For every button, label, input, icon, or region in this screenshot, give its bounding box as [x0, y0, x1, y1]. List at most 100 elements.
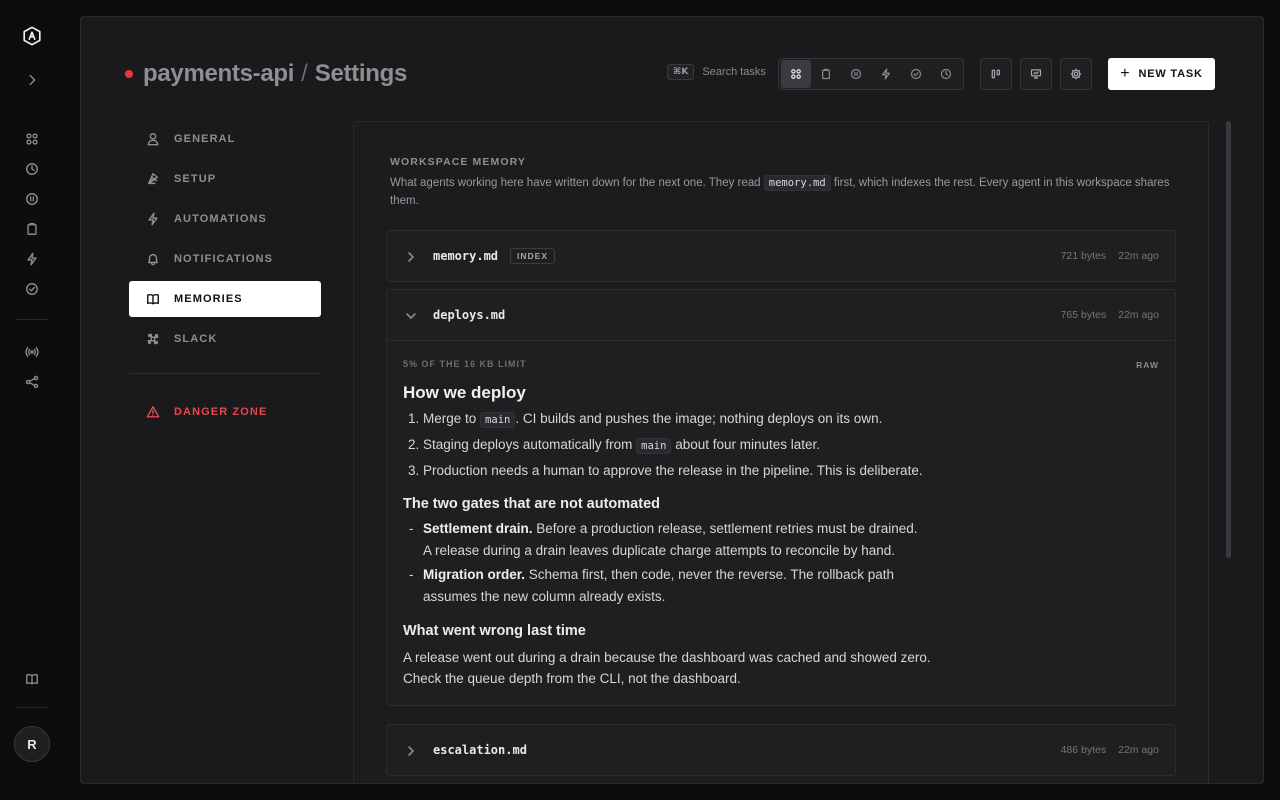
new-task-button[interactable]: + NEW TASK: [1108, 58, 1215, 90]
inline-code: memory.md: [763, 175, 831, 191]
section-heading: WORKSPACE MEMORY: [390, 156, 527, 168]
expand-chevron-icon[interactable]: [22, 70, 42, 90]
nav-item-automations[interactable]: AUTOMATIONS: [129, 201, 321, 237]
markdown-heading: The two gates that are not automated: [403, 496, 660, 512]
book-icon: [147, 293, 159, 305]
file-header[interactable]: memory.md INDEX 721 bytes 22m ago: [387, 231, 1175, 281]
raw-toggle[interactable]: RAW: [1136, 360, 1159, 370]
view-clipboard-icon[interactable]: [811, 60, 841, 88]
clipboard-icon[interactable]: [22, 219, 42, 239]
page-title: Settings: [314, 60, 408, 87]
file-age: 22m ago: [1118, 309, 1159, 321]
docs-book-icon[interactable]: [22, 669, 42, 689]
bell-icon: [147, 253, 159, 266]
share-icon[interactable]: [22, 372, 42, 392]
search-shortcut: ⌘K: [667, 64, 695, 80]
memories-content: WORKSPACE MEMORY What agents working her…: [353, 121, 1209, 783]
memory-file-card: memory.md INDEX 721 bytes 22m ago: [386, 230, 1176, 282]
markdown-heading: What went wrong last time: [403, 623, 586, 639]
avatar[interactable]: R: [14, 726, 50, 762]
pause-icon[interactable]: [22, 189, 42, 209]
main-panel: payments-api / Settings ⌘K Search tasks: [80, 16, 1264, 784]
nav-label: MEMORIES: [174, 293, 243, 305]
nav-label: NOTIFICATIONS: [174, 253, 274, 265]
view-pause-icon[interactable]: [841, 60, 871, 88]
nav-label: DANGER ZONE: [174, 406, 268, 418]
file-body: 5% OF THE 16 KB LIMIT RAW How we deploy …: [387, 340, 1175, 705]
clock-icon[interactable]: [22, 159, 42, 179]
slack-icon: [147, 333, 159, 345]
gates-list: Settlement drain. Before a production re…: [403, 518, 1159, 607]
list-item: Settlement drain. Before a production re…: [403, 518, 1159, 561]
file-name: escalation.md: [433, 743, 527, 757]
project-name[interactable]: payments-api: [143, 60, 294, 88]
nav-label: AUTOMATIONS: [174, 213, 267, 225]
file-name: memory.md: [433, 249, 499, 263]
list-item: Merge to main. CI builds and pushes the …: [423, 409, 1159, 430]
file-name: deploys.md: [433, 308, 506, 322]
scrollbar[interactable]: [1226, 121, 1231, 558]
markdown-paragraph: A release went out during a drain becaus…: [403, 650, 931, 686]
nav-label: SETUP: [174, 173, 217, 185]
view-clock-icon[interactable]: [931, 60, 961, 88]
plus-icon: +: [1120, 65, 1131, 82]
nav-item-notifications[interactable]: NOTIFICATIONS: [129, 241, 321, 277]
view-bolt-icon[interactable]: [871, 60, 901, 88]
memory-file-card: escalation.md 486 bytes 22m ago: [386, 724, 1176, 776]
status-dot: [125, 70, 133, 78]
markdown-heading: How we deploy: [403, 383, 526, 402]
new-task-label: NEW TASK: [1138, 68, 1203, 80]
list-item: Production needs a human to approve the …: [423, 461, 1159, 480]
app-logo-icon[interactable]: [20, 24, 44, 48]
user-icon: [147, 133, 159, 146]
bolt-icon[interactable]: [22, 249, 42, 269]
nav-item-danger-zone[interactable]: DANGER ZONE: [129, 394, 321, 430]
view-board-icon[interactable]: [781, 60, 811, 88]
app-rail: R: [0, 0, 64, 800]
view-switcher: [778, 58, 964, 90]
presentation-button[interactable]: [1020, 58, 1052, 90]
nav-label: SLACK: [174, 333, 218, 345]
breadcrumb: payments-api / Settings: [125, 59, 407, 89]
file-size: 721 bytes: [1060, 250, 1107, 262]
deploy-steps: Merge to main. CI builds and pushes the …: [403, 409, 1159, 480]
rail-divider: [16, 319, 48, 320]
nav-item-memories[interactable]: MEMORIES: [129, 281, 321, 317]
search-label: Search tasks: [702, 66, 766, 78]
columns-icon: [991, 69, 1000, 79]
memory-file-card: deploys.md 765 bytes 22m ago 5% OF THE 16…: [386, 289, 1176, 706]
file-header[interactable]: deploys.md 765 bytes 22m ago: [387, 290, 1175, 340]
columns-button[interactable]: [980, 58, 1012, 90]
gear-icon: [1070, 68, 1082, 80]
list-item: Migration order. Schema first, then code…: [403, 564, 1159, 607]
file-header[interactable]: escalation.md 486 bytes 22m ago: [387, 725, 1175, 775]
chevron-right-icon[interactable]: [405, 744, 417, 756]
rail-divider: [16, 707, 48, 708]
check-circle-icon[interactable]: [22, 279, 42, 299]
chevron-right-icon[interactable]: [405, 250, 417, 262]
file-size: 765 bytes: [1060, 309, 1107, 321]
bolt-icon: [148, 212, 158, 226]
index-badge: INDEX: [510, 248, 556, 264]
nav-item-slack[interactable]: SLACK: [129, 321, 321, 357]
nav-item-general[interactable]: GENERAL: [129, 121, 321, 157]
file-meta: 765 bytes 22m ago: [1061, 309, 1159, 321]
desc-text: What agents working here have written do…: [390, 177, 761, 189]
nav-item-setup[interactable]: SETUP: [129, 161, 321, 197]
file-meta: 721 bytes 22m ago: [1061, 250, 1159, 262]
file-size: 486 bytes: [1060, 744, 1107, 756]
inline-code: main: [636, 438, 672, 454]
settings-button[interactable]: [1060, 58, 1092, 90]
size-limit: 5% OF THE 16 KB LIMIT: [403, 359, 527, 369]
presentation-icon: [1030, 69, 1042, 79]
file-age: 22m ago: [1118, 744, 1159, 756]
broadcast-icon[interactable]: [22, 342, 42, 362]
board-icon[interactable]: [22, 129, 42, 149]
breadcrumb-separator: /: [301, 60, 308, 87]
chevron-down-icon[interactable]: [405, 309, 417, 321]
view-check-icon[interactable]: [901, 60, 931, 88]
nav-divider: [129, 373, 321, 374]
search-tasks[interactable]: ⌘K Search tasks: [667, 64, 766, 80]
warning-icon: [146, 406, 160, 418]
file-age: 22m ago: [1118, 250, 1159, 262]
